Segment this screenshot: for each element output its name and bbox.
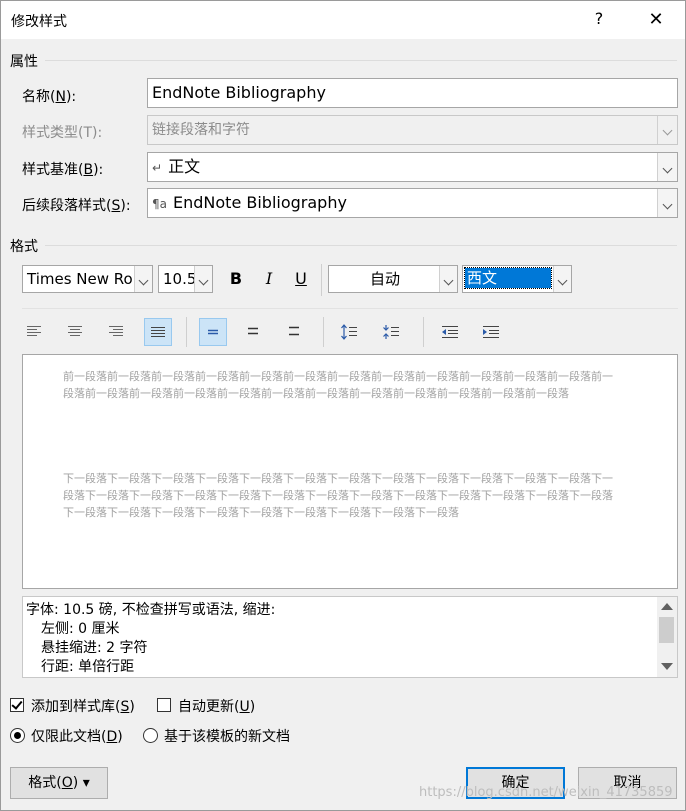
align-left-button[interactable] <box>21 318 49 346</box>
chevron-down-icon[interactable] <box>194 266 212 292</box>
toolbar-divider <box>22 308 678 309</box>
close-button[interactable]: ✕ <box>641 5 671 35</box>
align-center-button[interactable] <box>62 318 90 346</box>
style-description: 字体: 10.5 磅, 不检查拼写或语法, 缩进: 左侧: 0 厘米 悬挂缩进:… <box>22 596 678 678</box>
style-type-label: 样式类型(T): <box>22 125 103 141</box>
justify-button[interactable] <box>144 318 172 346</box>
increase-indent-button[interactable] <box>477 318 505 346</box>
auto-update-label[interactable]: 自动更新(U) <box>178 696 255 716</box>
description-line: 字体: 10.5 磅, 不检查拼写或语法, 缩进: <box>26 602 276 618</box>
toolbar-separator <box>323 317 324 347</box>
double-spacing-icon <box>289 326 299 336</box>
style-base-label: 样式基准(B): <box>22 162 104 178</box>
bold-button[interactable]: B <box>223 266 249 292</box>
align-right-button[interactable] <box>103 318 131 346</box>
style-type-value: 链接段落和字符 <box>152 122 250 138</box>
description-scrollbar[interactable] <box>657 597 677 677</box>
properties-divider <box>45 60 677 61</box>
toolbar-separator <box>321 264 322 296</box>
modify-style-dialog: 修改样式 ? ✕ 属性 名称(N): EndNote Bibliography … <box>0 0 686 811</box>
add-to-gallery-checkbox[interactable] <box>10 698 24 712</box>
format-section-label: 格式 <box>10 239 38 255</box>
font-color-select[interactable]: 自动 <box>328 265 458 293</box>
font-size-value: 10.5 <box>163 270 197 288</box>
toolbar-separator <box>186 317 187 347</box>
add-to-gallery-label[interactable]: 添加到样式库(S) <box>31 696 135 716</box>
toolbar-separator <box>423 317 424 347</box>
font-name-value: Times New Ro <box>27 270 133 288</box>
chevron-down-icon[interactable] <box>134 266 152 292</box>
dropdown-arrow-icon: ▾ <box>82 775 90 791</box>
single-spacing-button[interactable] <box>199 318 227 346</box>
align-right-icon <box>109 326 123 336</box>
title-bar: 修改样式 ? ✕ <box>1 1 685 39</box>
justify-icon <box>151 327 165 337</box>
script-select[interactable]: 西文 <box>462 265 572 293</box>
format-divider <box>45 245 677 246</box>
double-spacing-button[interactable] <box>281 318 309 346</box>
style-preview: 前一段落前一段落前一段落前一段落前一段落前一段落前一段落前一段落前一段落前一段落… <box>22 354 678 589</box>
chevron-down-icon[interactable] <box>657 189 677 217</box>
watermark: https://blog.csdn.net/weixin_41735859 <box>419 785 673 800</box>
next-style-value: EndNote Bibliography <box>173 193 347 212</box>
one-half-spacing-button[interactable] <box>240 318 268 346</box>
style-base-select[interactable]: ↵ 正文 <box>147 152 678 182</box>
properties-section-label: 属性 <box>10 54 38 70</box>
scroll-up-icon[interactable] <box>661 603 673 610</box>
template-documents-label[interactable]: 基于该模板的新文档 <box>164 726 290 746</box>
template-documents-radio[interactable] <box>143 728 158 743</box>
format-menu-button[interactable]: 格式(O) ▾ <box>10 767 108 799</box>
one-half-spacing-icon <box>248 327 258 335</box>
next-style-select[interactable]: ¶a EndNote Bibliography <box>147 188 678 218</box>
chevron-down-icon[interactable] <box>553 266 571 292</box>
auto-update-checkbox[interactable] <box>157 698 171 712</box>
single-spacing-icon <box>208 329 218 335</box>
script-value: 西文 <box>464 267 552 289</box>
style-base-value: 正文 <box>168 157 201 176</box>
document-only-label[interactable]: 仅限此文档(D) <box>31 726 123 746</box>
paragraph-style-icon: ¶a <box>152 197 167 211</box>
description-line: 左侧: 0 厘米 <box>41 621 120 637</box>
font-color-value: 自动 <box>369 270 400 288</box>
next-style-label: 后续段落样式(S): <box>22 198 131 214</box>
name-label: 名称(N): <box>22 89 77 105</box>
decrease-indent-button[interactable] <box>436 318 464 346</box>
decrease-spacing-icon <box>383 325 399 339</box>
chevron-down-icon[interactable] <box>657 153 677 181</box>
style-name-input[interactable]: EndNote Bibliography <box>147 78 678 108</box>
increase-paragraph-spacing-button[interactable] <box>335 318 363 346</box>
style-type-select: 链接段落和字符 <box>147 115 678 145</box>
font-size-select[interactable]: 10.5 <box>158 265 213 293</box>
decrease-indent-icon <box>442 326 458 338</box>
chevron-down-icon[interactable] <box>439 266 457 292</box>
underline-button[interactable]: U <box>288 266 314 292</box>
next-paragraph-text: 下一段落下一段落下一段落下一段落下一段落下一段落下一段落下一段落下一段落下一段落… <box>63 472 613 519</box>
increase-indent-icon <box>483 326 499 338</box>
decrease-paragraph-spacing-button[interactable] <box>377 318 405 346</box>
scrollbar-thumb[interactable] <box>659 617 674 643</box>
align-center-icon <box>68 326 82 336</box>
italic-button[interactable]: I <box>256 266 282 292</box>
document-only-radio[interactable] <box>10 728 25 743</box>
font-name-select[interactable]: Times New Ro <box>22 265 153 293</box>
window-title: 修改样式 <box>11 14 67 30</box>
increase-spacing-icon <box>341 324 357 340</box>
scroll-down-icon[interactable] <box>661 663 673 670</box>
align-left-icon <box>27 326 41 336</box>
help-button[interactable]: ? <box>589 7 609 31</box>
style-name-value: EndNote Bibliography <box>152 83 326 102</box>
previous-paragraph-text: 前一段落前一段落前一段落前一段落前一段落前一段落前一段落前一段落前一段落前一段落… <box>63 370 613 400</box>
description-line: 行距: 单倍行距 <box>41 659 135 675</box>
chevron-down-icon <box>657 116 677 144</box>
description-line: 悬挂缩进: 2 字符 <box>41 640 148 656</box>
paragraph-mark-icon: ↵ <box>152 161 163 175</box>
